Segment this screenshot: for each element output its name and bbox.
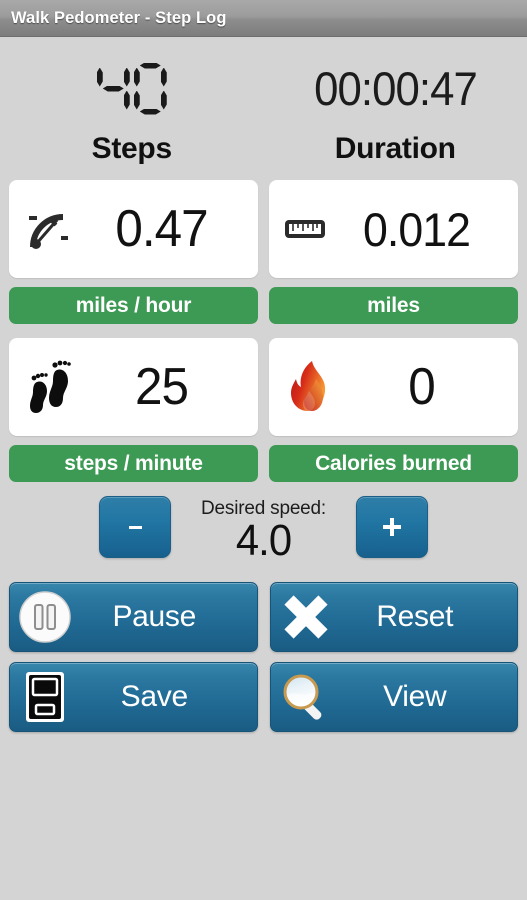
action-row-1: Pause Reset [9,582,518,652]
metric-card: 25 [9,338,258,436]
metric-card: 0.47 [9,180,258,278]
lcd-digit-0 [134,63,167,115]
desired-speed-readout: Desired speed: 4.0 [171,496,356,566]
metric-speed: 0.47 miles / hour [9,180,258,324]
magnifier-icon [277,668,335,726]
metric-value: 0.012 [363,202,471,256]
pause-button[interactable]: Pause [9,582,258,652]
metric-unit-badge: Calories burned [269,445,518,482]
metric-distance: 0.012 miles [269,180,518,324]
headings-row: Steps Duration [0,132,527,166]
metric-unit-badge: miles [269,287,518,324]
duration-timer-value: 00:00:47 [313,62,478,115]
lcd-digit-4 [97,63,130,115]
reset-button[interactable]: Reset [269,582,518,652]
metric-value: 0 [408,358,435,416]
footprints-icon [21,356,79,418]
metric-card: 0.012 [269,180,518,278]
pedometer-app-window: Walk Pedometer - Step Log 00:00:47 Steps… [0,0,527,900]
steps-lcd-display [97,63,167,115]
minus-icon [128,525,142,529]
ruler-icon [281,198,329,260]
speed-decrease-button[interactable] [99,496,171,558]
speed-increase-button[interactable] [356,496,428,558]
save-button[interactable]: Save [9,662,258,732]
metrics-section: 0.47 miles / hour 0.012 miles 25 steps /… [0,180,527,482]
action-row-2: Save View [9,662,518,732]
duration-heading: Duration [334,132,456,165]
metrics-row-1: 0.47 miles / hour 0.012 miles [9,180,518,324]
metric-unit-badge: miles / hour [9,287,258,324]
action-buttons-section: Pause Reset Save View [0,582,527,732]
metric-cadence: 25 steps / minute [9,338,258,482]
flame-icon [281,356,339,418]
desired-speed-section: Desired speed: 4.0 [0,496,527,578]
pause-icon [16,588,74,646]
view-button[interactable]: View [269,662,518,732]
top-readout-row: 00:00:47 [0,37,527,126]
metrics-row-2: 25 steps / minute 0 Calories burned [9,338,518,482]
steps-lcd-cell [0,63,264,115]
desired-speed-value: 4.0 [235,516,292,565]
metric-card: 0 [269,338,518,436]
speedometer-icon [21,198,79,260]
steps-heading: Steps [91,132,173,165]
metric-unit-badge: steps / minute [9,445,258,482]
title-bar: Walk Pedometer - Step Log [0,0,527,37]
metric-value: 0.47 [115,200,208,258]
metric-value: 25 [134,358,189,416]
close-x-icon [277,588,335,646]
window-title: Walk Pedometer - Step Log [11,8,227,27]
floppy-disk-icon [16,668,74,726]
duration-cell: 00:00:47 [264,61,527,116]
metric-calories: 0 Calories burned [269,338,518,482]
plus-icon [383,518,401,536]
